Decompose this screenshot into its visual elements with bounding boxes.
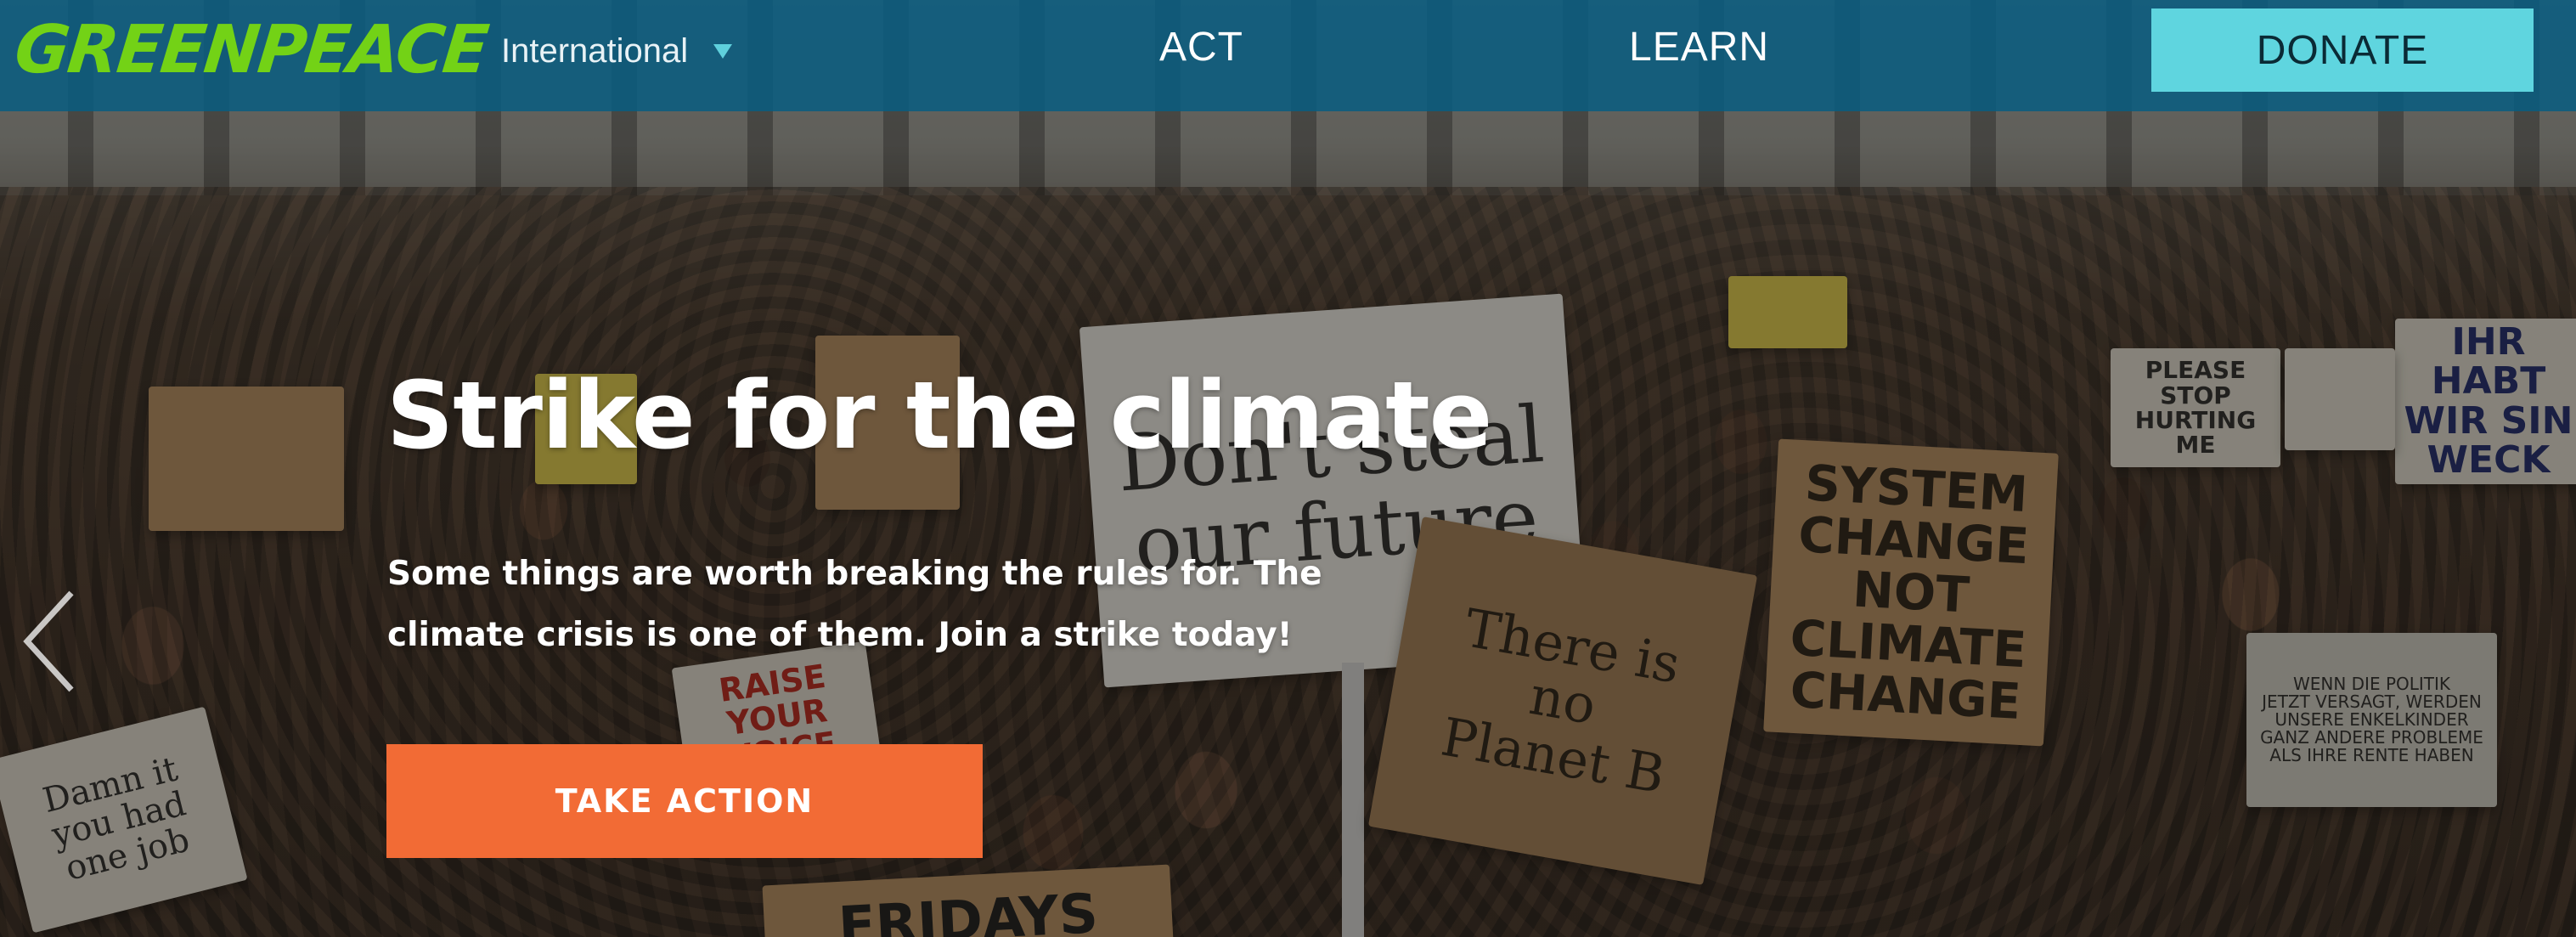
top-navbar: GREENPEACE International ACT LEARN DONAT… <box>0 0 2576 111</box>
nav-link-act[interactable]: ACT <box>1159 21 1243 74</box>
hero-title: Strike for the climate <box>386 361 1492 470</box>
region-selector[interactable]: International <box>501 25 733 76</box>
donate-button[interactable]: DONATE <box>2151 8 2534 92</box>
chevron-left-icon[interactable] <box>19 586 78 697</box>
region-label: International <box>501 32 689 70</box>
take-action-button[interactable]: TAKE ACTION <box>386 744 983 858</box>
hero-description: Some things are worth breaking the rules… <box>387 555 1322 654</box>
greenpeace-logo[interactable]: GREENPEACE <box>11 12 490 88</box>
nav-link-learn[interactable]: LEARN <box>1629 21 1769 74</box>
caret-down-icon <box>713 43 733 59</box>
